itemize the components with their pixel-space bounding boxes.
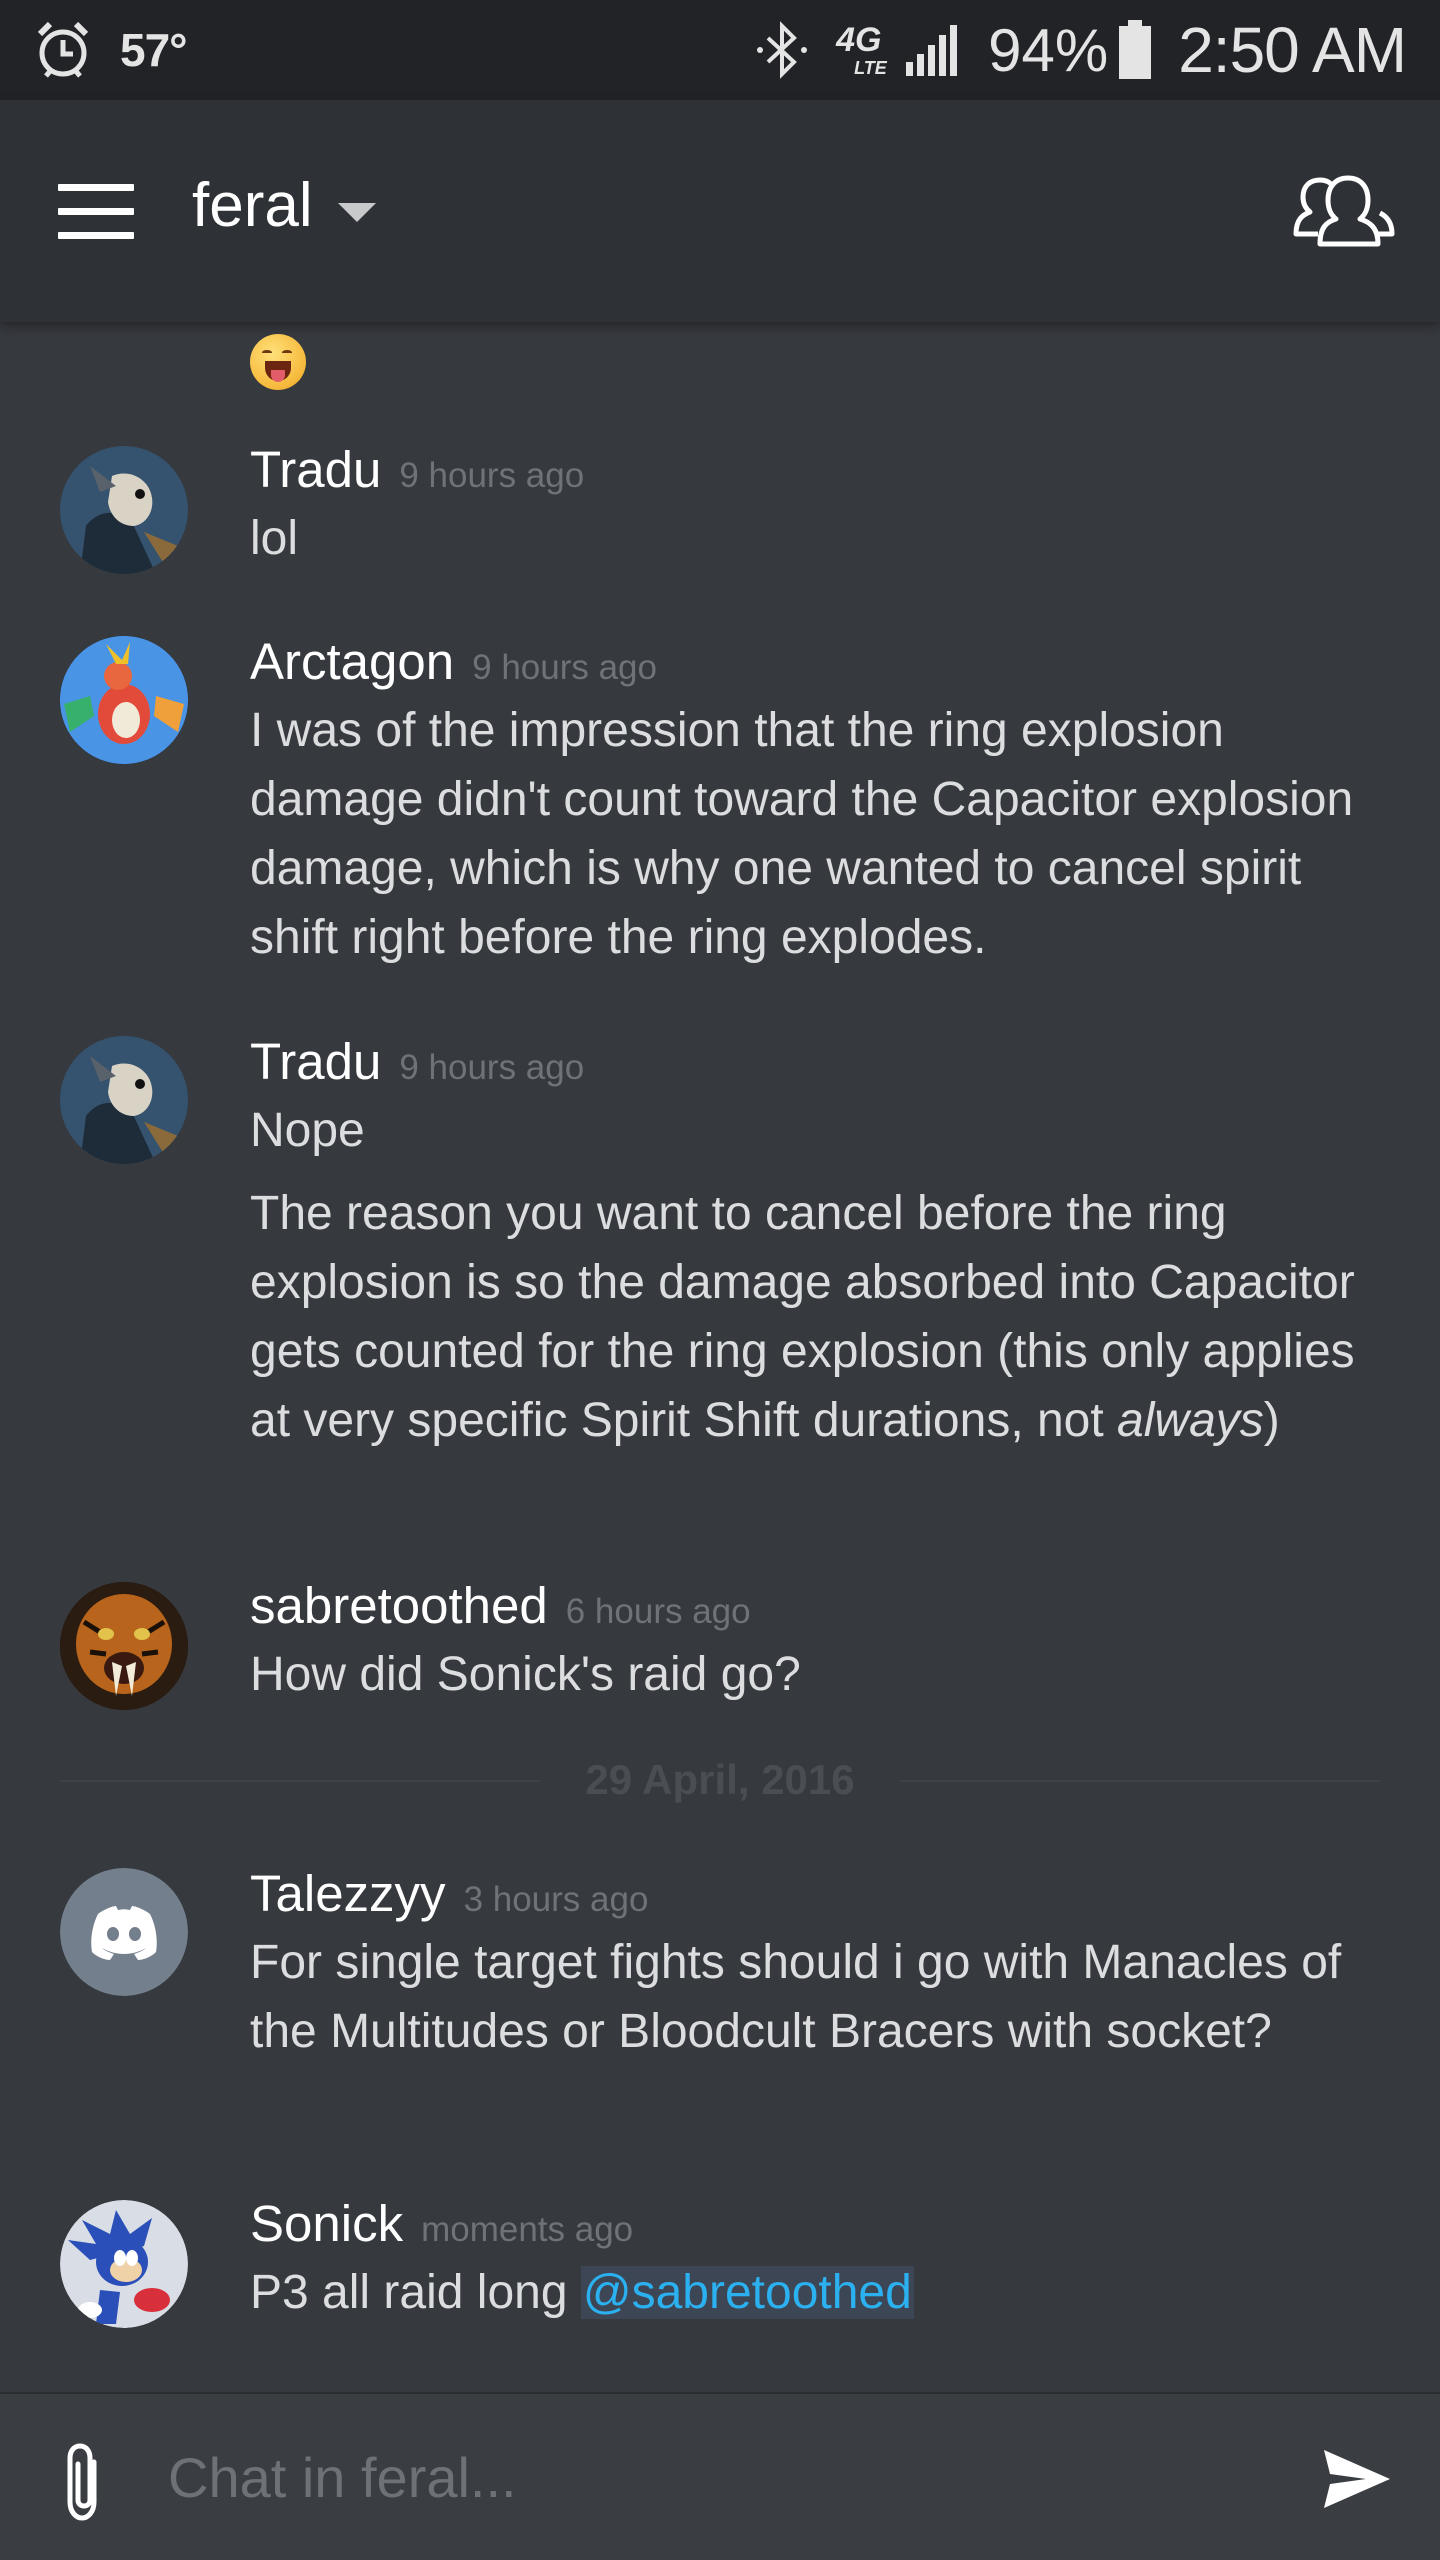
avatar[interactable] <box>60 446 188 574</box>
date-divider-label: 29 April, 2016 <box>585 1756 855 1803</box>
message-text: The reason you want to cancel before the… <box>250 1187 1355 1447</box>
channel-name[interactable]: feral <box>192 170 313 241</box>
timestamp: 9 hours ago <box>472 648 657 687</box>
chevron-down-icon[interactable] <box>338 203 376 222</box>
channel-header: feral <box>0 100 1440 322</box>
status-bar: 57° 4G LTE 94% 2:50 AM <box>0 0 1440 100</box>
message-text: How did Sonick's raid go? <box>250 1648 801 1701</box>
user-mention[interactable]: @sabretoothed <box>580 2266 914 2319</box>
members-icon[interactable] <box>1290 170 1396 250</box>
grinning-emoji-icon <box>250 334 306 390</box>
username[interactable]: Arctagon <box>250 633 454 690</box>
battery-percent: 94% <box>988 16 1109 84</box>
clock: 2:50 AM <box>1178 14 1407 86</box>
avatar[interactable] <box>60 636 188 764</box>
menu-icon[interactable] <box>58 184 134 240</box>
timestamp: 3 hours ago <box>463 1880 649 1919</box>
chat-input[interactable] <box>168 2432 1268 2522</box>
username[interactable]: sabretoothed <box>250 1577 548 1634</box>
avatar[interactable] <box>60 1868 188 1996</box>
paperclip-icon[interactable] <box>62 2442 106 2522</box>
timestamp: moments ago <box>421 2210 634 2249</box>
timestamp: 6 hours ago <box>565 1592 751 1631</box>
network-type: 4G LTE <box>836 21 887 78</box>
alarm-icon <box>37 21 89 78</box>
username[interactable]: Tradu <box>250 441 381 498</box>
date-divider: 29 April, 2016 <box>60 1752 1380 1812</box>
message-text: Nope <box>250 1104 365 1157</box>
bluetooth-icon <box>757 21 808 79</box>
temperature: 57° <box>120 24 188 76</box>
username[interactable]: Tradu <box>250 1033 381 1090</box>
signal-icon <box>906 25 958 76</box>
avatar[interactable] <box>60 1582 188 1710</box>
message-text: I was of the impression that the ring ex… <box>250 704 1354 964</box>
message-list[interactable]: Tradu 9 hours ago lol Arctagon 9 hours ago… <box>0 322 1440 2392</box>
avatar[interactable] <box>60 2200 188 2328</box>
message-composer <box>0 2392 1440 2560</box>
send-icon[interactable] <box>1322 2448 1392 2510</box>
message-text: P3 all raid long @sabretoothed <box>250 2266 914 2319</box>
avatar[interactable] <box>60 1036 188 1164</box>
username[interactable]: Talezzyy <box>250 1865 446 1922</box>
message-text: For single target fights should i go wit… <box>250 1936 1342 2058</box>
username[interactable]: Sonick <box>250 2195 403 2252</box>
message-text: lol <box>250 512 299 565</box>
timestamp: 9 hours ago <box>399 1048 585 1087</box>
timestamp: 9 hours ago <box>399 456 585 495</box>
battery-icon <box>1119 20 1152 79</box>
